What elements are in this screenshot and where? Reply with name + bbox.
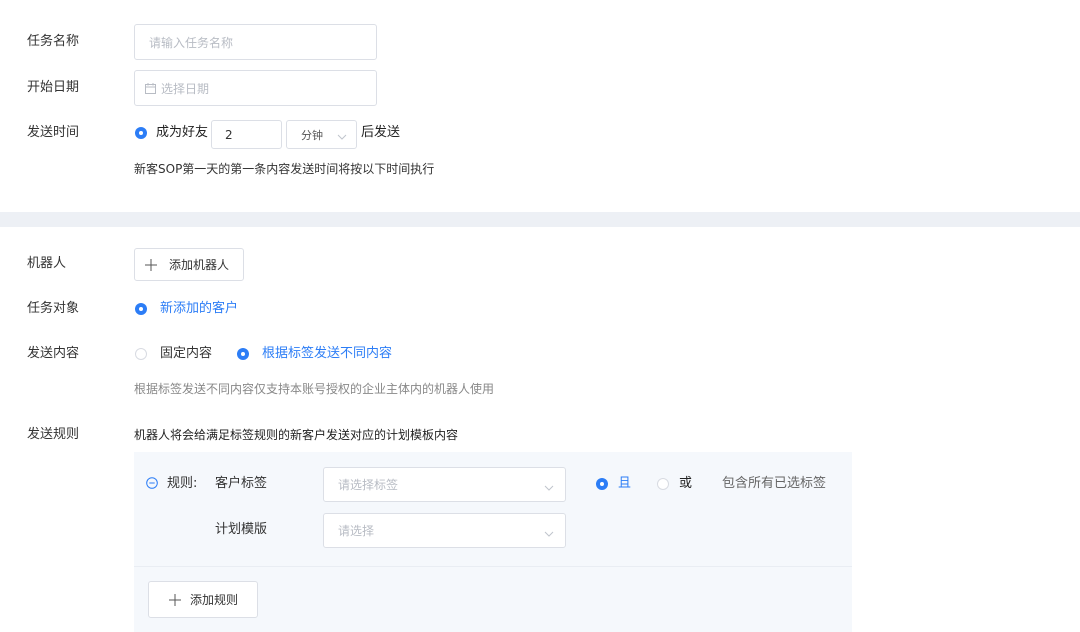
rule-template-placeholder: 请选择 xyxy=(338,524,375,538)
logic-option-and: 且 xyxy=(618,476,632,491)
chevron-down-icon xyxy=(544,527,554,541)
task-name-label: 任务名称 xyxy=(27,34,80,49)
send-time-radio[interactable] xyxy=(135,127,147,139)
logic-hint: 包含所有已选标签 xyxy=(722,476,827,491)
task-name-input[interactable]: 请输入任务名称 xyxy=(134,24,377,60)
add-rule-label: 添加规则 xyxy=(190,593,239,607)
target-label: 任务对象 xyxy=(27,301,80,316)
plus-icon xyxy=(145,258,157,271)
target-option: 新添加的客户 xyxy=(160,301,239,316)
start-date-label: 开始日期 xyxy=(27,80,80,95)
add-robot-label: 添加机器人 xyxy=(169,258,230,272)
rules-desc: 机器人将会给满足标签规则的新客户发送对应的计划模板内容 xyxy=(134,428,459,442)
send-time-suffix: 后发送 xyxy=(361,125,401,140)
logic-radio-or[interactable] xyxy=(657,478,669,490)
start-date-picker[interactable]: 选择日期 xyxy=(134,70,377,106)
section-divider xyxy=(0,212,1080,227)
content-option-fixed: 固定内容 xyxy=(160,346,213,361)
content-hint: 根据标签发送不同内容仅支持本账号授权的企业主体内的机器人使用 xyxy=(134,382,495,396)
rule-tag-placeholder: 请选择标签 xyxy=(338,478,399,492)
logic-radio-and[interactable] xyxy=(596,478,608,490)
send-time-label: 发送时间 xyxy=(27,125,80,140)
rule-template-label: 计划模版 xyxy=(215,522,268,537)
send-time-unit-select[interactable]: 分钟 xyxy=(286,120,357,149)
send-time-unit: 分钟 xyxy=(301,128,323,142)
rule-tag-select[interactable]: 请选择标签 xyxy=(323,467,566,502)
rule-tag-label: 客户标签 xyxy=(215,476,268,491)
add-robot-button[interactable]: 添加机器人 xyxy=(134,248,244,281)
rule-panel-divider xyxy=(134,566,852,567)
start-date-placeholder: 选择日期 xyxy=(161,81,210,96)
send-time-number-input[interactable]: 2 xyxy=(211,120,282,149)
logic-option-or: 或 xyxy=(679,476,693,491)
rule-prefix: 规则: xyxy=(167,476,198,491)
content-radio-fixed[interactable] xyxy=(135,348,147,360)
chevron-down-icon xyxy=(544,481,554,495)
add-rule-button[interactable]: 添加规则 xyxy=(148,581,258,618)
send-time-value: 2 xyxy=(225,127,233,142)
rules-label: 发送规则 xyxy=(27,427,80,442)
calendar-icon xyxy=(145,82,156,94)
content-label: 发送内容 xyxy=(27,346,80,361)
minus-circle-icon[interactable] xyxy=(146,477,158,489)
rule-template-select[interactable]: 请选择 xyxy=(323,513,566,548)
send-time-hint: 新客SOP第一天的第一条内容发送时间将按以下时间执行 xyxy=(134,162,435,176)
task-name-placeholder: 请输入任务名称 xyxy=(149,35,234,50)
chevron-down-icon xyxy=(337,130,347,144)
content-radio-by-tag[interactable] xyxy=(237,348,249,360)
plus-icon xyxy=(169,593,181,606)
content-option-by-tag: 根据标签发送不同内容 xyxy=(262,346,393,361)
target-radio[interactable] xyxy=(135,303,147,315)
robot-label: 机器人 xyxy=(27,256,67,271)
send-time-option: 成为好友 xyxy=(156,125,209,140)
